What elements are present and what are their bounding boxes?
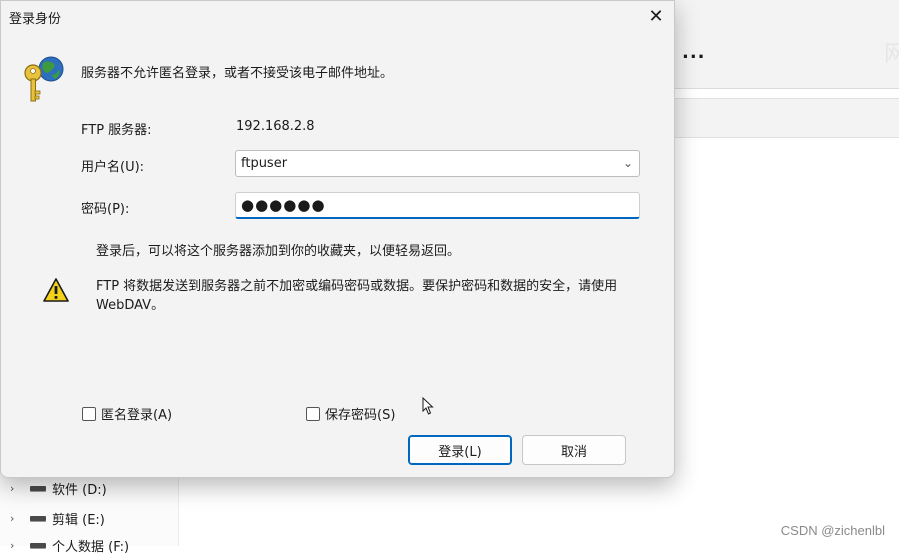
- nav-item-label: 个人数据 (F:): [52, 539, 130, 555]
- nav-item-drive-d[interactable]: › 软件 (D:): [10, 475, 107, 501]
- favorites-note: 登录后，可以将这个服务器添加到你的收藏夹，以便轻易返回。: [96, 244, 461, 259]
- login-button[interactable]: 登录(L): [408, 435, 512, 465]
- save-password-checkbox[interactable]: 保存密码(S): [306, 404, 395, 423]
- checkbox-box[interactable]: [82, 406, 96, 421]
- server-label: FTP 服务器:: [81, 123, 152, 138]
- password-field[interactable]: ●●●●●●: [235, 192, 640, 219]
- chevron-right-icon[interactable]: ›: [10, 539, 22, 552]
- nav-item-drive-e[interactable]: › 剪辑 (E:): [10, 505, 105, 531]
- drive-icon: [30, 515, 46, 521]
- drive-icon: [30, 485, 46, 491]
- anonymous-login-checkbox[interactable]: 匿名登录(A): [82, 404, 172, 423]
- explorer-toolbar: ... 网: [672, 0, 899, 89]
- keys-globe-icon: [24, 56, 64, 102]
- toolbar-faint-text: 网: [884, 42, 899, 67]
- nav-item-label: 软件 (D:): [52, 482, 107, 498]
- save-password-label[interactable]: 保存密码(S): [325, 404, 395, 423]
- username-label: 用户名(U):: [81, 160, 145, 175]
- mouse-cursor-icon: [422, 397, 434, 415]
- login-dialog: 登录身份 ✕ 服务器不允许匿名登录，或者不接受该电子邮件地址。 FTP 服务器:…: [0, 0, 675, 478]
- cancel-button[interactable]: 取消: [522, 435, 626, 465]
- chevron-right-icon[interactable]: ›: [10, 512, 22, 525]
- username-combobox[interactable]: ftpuser ⌄: [235, 150, 640, 177]
- warning-icon: [43, 278, 69, 302]
- login-message: 服务器不允许匿名登录，或者不接受该电子邮件地址。: [81, 66, 394, 81]
- drive-icon: [30, 542, 46, 548]
- more-options-button[interactable]: ...: [682, 42, 706, 63]
- nav-item-drive-f[interactable]: › 个人数据 (F:): [10, 532, 129, 558]
- server-value: 192.168.2.8: [236, 119, 315, 134]
- checkbox-box[interactable]: [306, 406, 320, 421]
- nav-item-label: 剪辑 (E:): [52, 512, 105, 528]
- close-button[interactable]: ✕: [641, 3, 671, 29]
- watermark: CSDN @zichenlbl: [780, 523, 885, 538]
- password-label: 密码(P):: [81, 202, 130, 217]
- dialog-title: 登录身份: [9, 12, 62, 27]
- chevron-right-icon[interactable]: ›: [10, 482, 22, 495]
- anonymous-login-label[interactable]: 匿名登录(A): [101, 404, 172, 423]
- password-mask: ●●●●●●: [241, 196, 326, 214]
- chevron-down-icon[interactable]: ⌄: [623, 156, 633, 170]
- close-icon: ✕: [648, 5, 664, 27]
- security-warning: FTP 将数据发送到服务器之前不加密或编码密码或数据。要保护密码和数据的安全，请…: [96, 279, 618, 313]
- explorer-address-bar[interactable]: [672, 98, 899, 138]
- username-value[interactable]: ftpuser: [241, 156, 287, 171]
- explorer-nav-pane: › 软件 (D:) › 剪辑 (E:) › 个人数据 (F:): [0, 470, 179, 555]
